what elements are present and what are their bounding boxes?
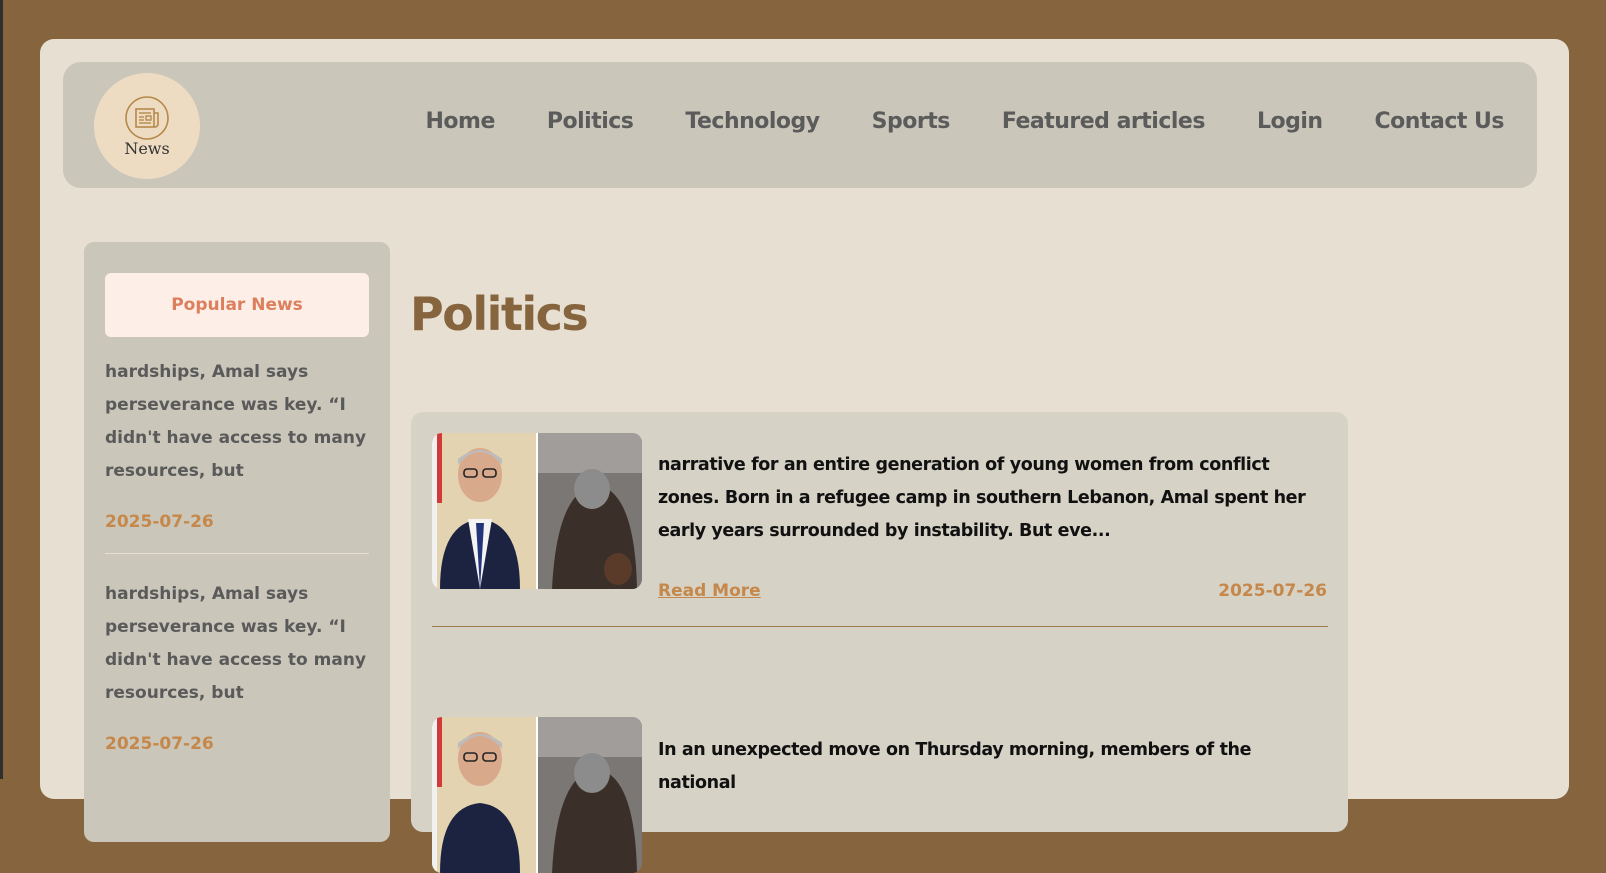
nav-sports[interactable]: Sports bbox=[872, 109, 951, 134]
nav-technology[interactable]: Technology bbox=[685, 109, 820, 134]
article-image[interactable] bbox=[432, 433, 642, 589]
article-divider bbox=[432, 626, 1328, 627]
article-image[interactable] bbox=[432, 717, 642, 873]
newspaper-icon bbox=[125, 96, 169, 140]
article-excerpt: In an unexpected move on Thursday mornin… bbox=[658, 740, 1252, 793]
read-more-link[interactable]: Read More bbox=[658, 581, 761, 601]
nav-politics[interactable]: Politics bbox=[547, 109, 634, 134]
nav-featured-articles[interactable]: Featured articles bbox=[1002, 109, 1206, 134]
page-title: Politics bbox=[410, 287, 589, 341]
site-header: News Home Politics Technology Sports Fea… bbox=[63, 62, 1537, 188]
sidebar-news-item[interactable]: hardships, Amal says perseverance was ke… bbox=[105, 356, 369, 532]
nav-home[interactable]: Home bbox=[426, 109, 496, 134]
page-container: News Home Politics Technology Sports Fea… bbox=[40, 39, 1569, 873]
site-logo[interactable]: News bbox=[94, 73, 200, 179]
sidebar-news-text: hardships, Amal says perseverance was ke… bbox=[105, 584, 367, 703]
article-excerpt: narrative for an entire generation of yo… bbox=[658, 455, 1306, 541]
article-photo bbox=[432, 433, 642, 589]
article-date: 2025-07-26 bbox=[1218, 581, 1327, 601]
sidebar-news-text: hardships, Amal says perseverance was ke… bbox=[105, 362, 367, 481]
sidebar-news-date: 2025-07-26 bbox=[105, 512, 214, 532]
window-edge bbox=[0, 0, 3, 779]
logo-text: News bbox=[124, 139, 170, 158]
popular-news-sidebar: Popular News hardships, Amal says persev… bbox=[84, 242, 390, 842]
article-feed: narrative for an entire generation of yo… bbox=[411, 412, 1348, 873]
nav-contact-us[interactable]: Contact Us bbox=[1375, 109, 1505, 134]
popular-news-heading: Popular News bbox=[105, 273, 369, 337]
sidebar-divider bbox=[105, 553, 369, 554]
sidebar-news-date: 2025-07-26 bbox=[105, 734, 214, 754]
nav-login[interactable]: Login bbox=[1257, 109, 1323, 134]
article-photo bbox=[432, 717, 642, 873]
main-nav: Home Politics Technology Sports Featured… bbox=[426, 109, 1505, 134]
sidebar-news-item[interactable]: hardships, Amal says perseverance was ke… bbox=[105, 578, 369, 754]
